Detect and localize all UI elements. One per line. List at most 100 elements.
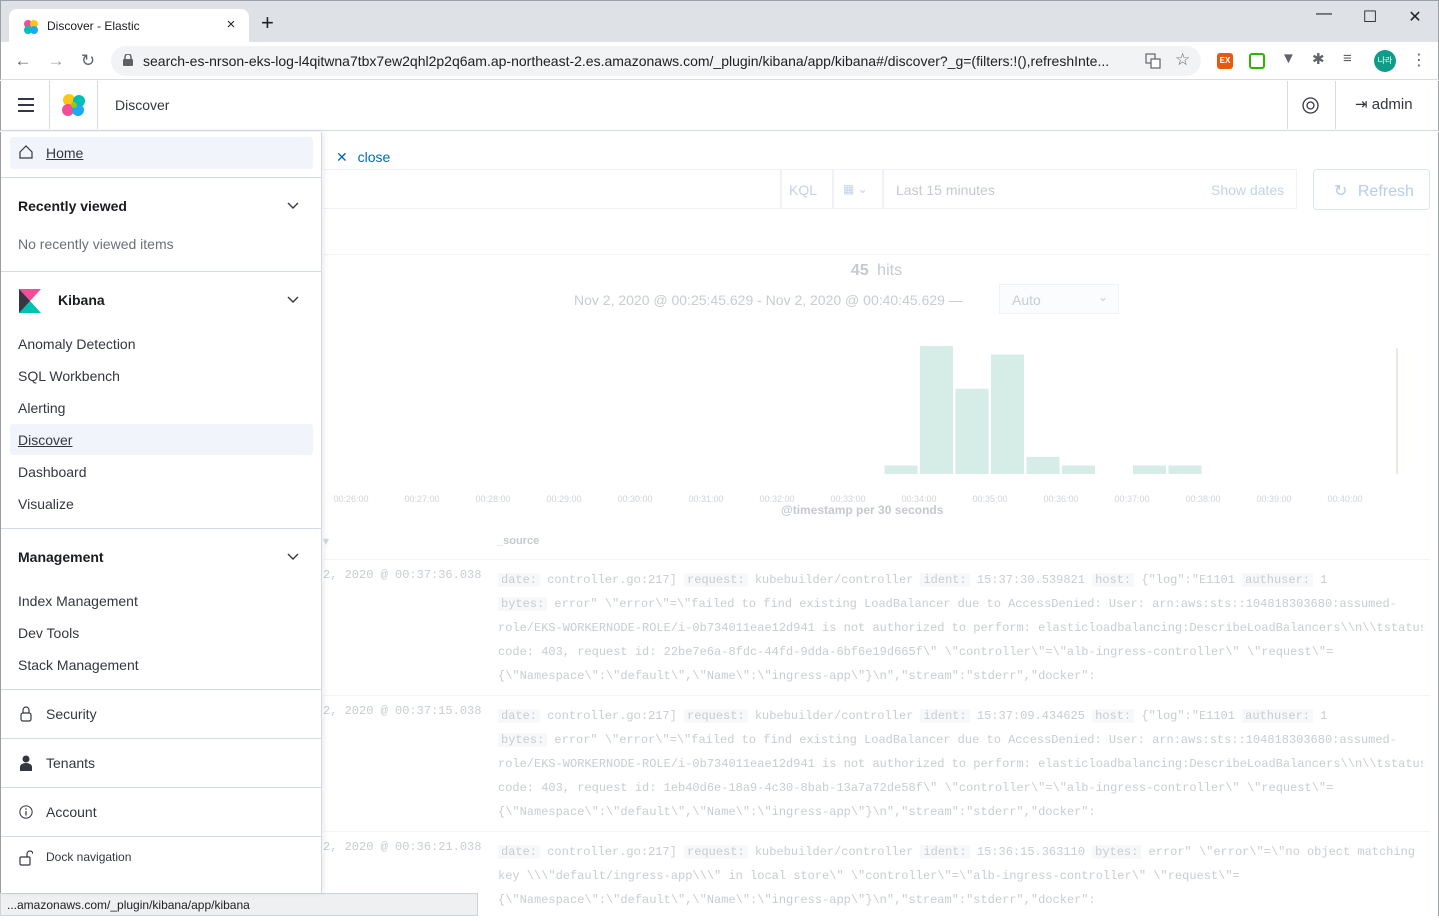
nav-item-account[interactable]: Account (46, 804, 97, 820)
kibana-section-title[interactable]: Kibana (58, 292, 105, 308)
histogram-bar[interactable] (884, 465, 918, 475)
table-row[interactable]: 2, 2020 @ 00:36:21.038 date: controller.g… (323, 831, 1430, 921)
source-field-key: bytes: (498, 733, 548, 747)
table-row[interactable]: 2, 2020 @ 00:37:15.038 date: controller.g… (323, 695, 1430, 831)
source-field-key: date: (498, 709, 541, 723)
x-axis-tick-label: 00:27:00 (404, 494, 439, 504)
histogram-bar[interactable] (1133, 465, 1166, 475)
source-field-key: ident: (920, 845, 970, 859)
menu-hamburger-icon[interactable] (18, 98, 34, 112)
source-field-value: {\"Namespace\":\"default\",\"Name\":\"in… (498, 805, 1096, 819)
help-lifebuoy-icon[interactable] (1302, 97, 1319, 114)
source-field-key: bytes: (1092, 845, 1142, 859)
source-field-value: controller.go:217] (540, 573, 685, 587)
browser-toolbar: ← → ↻ search-es-nrson-eks-log-l4qitwna7t… (0, 42, 1439, 80)
user-menu-button[interactable]: ⇥ admin (1355, 95, 1413, 113)
nav-item-anomaly-detection[interactable]: Anomaly Detection (18, 336, 136, 352)
profile-avatar[interactable]: 나라 (1374, 50, 1396, 72)
divider (323, 254, 1430, 255)
nav-item-dev-tools[interactable]: Dev Tools (18, 625, 79, 641)
source-field-value: code: 403, request id: 22be7e6a-8fdc-44f… (498, 645, 1334, 659)
histogram-bar[interactable] (1168, 465, 1202, 475)
chevron-down-icon[interactable] (287, 202, 299, 210)
x-axis-tick-label: 00:29:00 (546, 494, 581, 504)
time-column-sort-icon[interactable]: ▾ (323, 534, 329, 548)
histogram-bar[interactable] (955, 388, 989, 474)
tab-close-icon[interactable]: × (221, 16, 241, 33)
lock-icon (123, 54, 133, 66)
source-field-key: host: (1092, 709, 1135, 723)
new-tab-button[interactable]: + (261, 12, 274, 34)
nav-item-tenants[interactable]: Tenants (46, 755, 95, 771)
histogram-bar[interactable] (991, 354, 1024, 475)
media-playlist-icon[interactable]: ≡ (1343, 50, 1352, 67)
x-axis-tick-label: 00:26:00 (333, 494, 368, 504)
interval-value: Auto (1012, 292, 1041, 308)
chevron-down-icon[interactable] (287, 553, 299, 561)
divider (1, 177, 321, 178)
source-field-value: key \\\"default/ingress-app\\\" in local… (498, 869, 1240, 883)
dock-navigation-button[interactable]: Dock navigation (46, 850, 131, 864)
x-axis-tick-label: 00:37:00 (1114, 494, 1149, 504)
nav-item-alerting[interactable]: Alerting (18, 400, 65, 416)
elastic-logo-icon[interactable] (61, 93, 87, 117)
window-minimize-button[interactable]: — (1304, 5, 1344, 23)
nav-item-discover[interactable]: Discover (18, 432, 72, 448)
source-field-key: authuser: (1242, 573, 1313, 587)
extension-green-icon[interactable] (1249, 53, 1265, 69)
source-field-key: date: (498, 573, 541, 587)
nav-item-sql-workbench[interactable]: SQL Workbench (18, 368, 120, 384)
close-button[interactable]: ✕ close (336, 149, 390, 166)
divider (1, 836, 321, 837)
source-field-key: authuser: (1242, 709, 1313, 723)
kibana-header: Discover ⇥ admin (0, 81, 1439, 131)
histogram-chart[interactable]: 00:26:00 00:27:00 00:28:00 00:29:00 00:30:00… (323, 322, 1430, 522)
nav-home[interactable]: Home (10, 137, 313, 169)
x-axis-tick-label: 00:28:00 (475, 494, 510, 504)
source-field-value: error" \"error\"=\"failed to find existi… (547, 733, 1397, 747)
back-arrow-icon[interactable]: ← (12, 51, 34, 71)
source-field-key: host: (1092, 573, 1135, 587)
window-maximize-button[interactable]: ☐ (1350, 7, 1390, 27)
extension-v-icon[interactable]: ▼ (1281, 50, 1296, 67)
close-icon: ✕ (336, 149, 348, 165)
management-section-title[interactable]: Management (18, 549, 104, 565)
histogram-bar[interactable] (920, 346, 953, 474)
window-close-button[interactable]: ✕ (1395, 7, 1435, 27)
browser-tab[interactable]: Discover - Elastic × (9, 9, 249, 43)
elastic-favicon-icon (24, 20, 38, 34)
histogram-bar[interactable] (1062, 465, 1095, 475)
source-field-value: code: 403, request id: 1eb40d6e-18a9-4c3… (498, 781, 1334, 795)
translate-icon[interactable] (1145, 53, 1161, 69)
forward-arrow-icon[interactable]: → (45, 51, 67, 71)
nav-item-index-management[interactable]: Index Management (18, 593, 138, 609)
breadcrumb-discover: Discover (115, 97, 170, 113)
nav-item-stack-management[interactable]: Stack Management (18, 657, 139, 673)
kql-label: KQL (789, 182, 818, 198)
refresh-button[interactable]: ↻ Refresh (1313, 169, 1430, 210)
address-bar[interactable]: search-es-nrson-eks-log-l4qitwna7tbx7ew2… (111, 46, 1201, 76)
show-dates-link[interactable]: Show dates (1211, 182, 1284, 198)
chevron-down-icon[interactable] (287, 296, 299, 304)
reload-icon[interactable]: ↻ (77, 51, 99, 71)
bookmark-star-icon[interactable]: ☆ (1175, 50, 1190, 70)
hits-number: 45 (850, 262, 869, 279)
table-row[interactable]: 2, 2020 @ 00:37:36.038 date: controller.g… (323, 559, 1430, 695)
source-field-value: error" \"error\"=\"failed to find existi… (547, 597, 1397, 611)
browser-menu-icon[interactable]: ⋮ (1411, 50, 1427, 70)
interval-select[interactable]: Auto ⌄ (999, 284, 1119, 314)
source-field-value: {\"Namespace\":\"default\",\"Name\":\"in… (498, 669, 1096, 683)
histogram-bar[interactable] (1026, 456, 1060, 474)
row-source: date: controller.go:217] request: kubebu… (498, 840, 1423, 912)
time-range-label: Last 15 minutes (896, 182, 995, 198)
extension-ex-icon[interactable]: EX (1217, 53, 1233, 69)
lock-icon (20, 706, 32, 722)
nav-item-dashboard[interactable]: Dashboard (18, 464, 87, 480)
nav-item-visualize[interactable]: Visualize (18, 496, 74, 512)
source-field-value: 1 (1312, 573, 1328, 587)
recently-viewed-title[interactable]: Recently viewed (18, 198, 127, 214)
nav-item-security[interactable]: Security (46, 706, 97, 722)
x-axis-tick-label: 00:38:00 (1185, 494, 1220, 504)
extensions-puzzle-icon[interactable]: ✱ (1312, 50, 1325, 68)
query-input[interactable] (323, 169, 781, 209)
